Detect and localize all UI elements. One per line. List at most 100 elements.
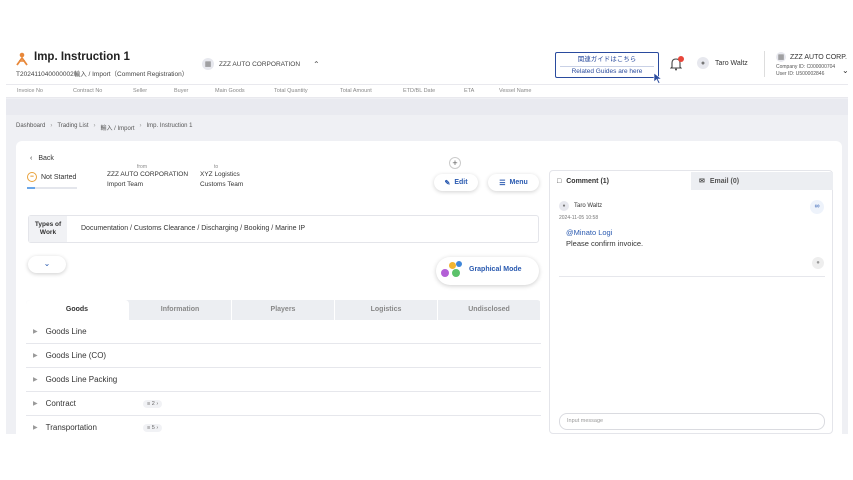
comment-divider: [559, 276, 825, 277]
chevron-down-icon: ⌄: [43, 259, 51, 268]
list-item[interactable]: ▶ Goods Line Packing: [26, 368, 541, 392]
edit-label: Edit: [454, 179, 468, 186]
breadcrumb-trading-list[interactable]: Trading List: [57, 123, 88, 132]
people-logo-icon: [16, 52, 28, 66]
avatar-icon: ●: [559, 201, 569, 211]
list-backdrop: [6, 99, 848, 115]
column-invoice-no[interactable]: Invoice No: [17, 88, 43, 94]
company-name: ZZZ AUTO CORP.: [790, 53, 847, 61]
corporation-name: ZZZ AUTO CORPORATION: [219, 60, 301, 68]
menu-button[interactable]: ☰ Menu: [488, 174, 539, 191]
notification-dot: [678, 56, 684, 62]
user-menu[interactable]: ● Taro Waltz: [697, 57, 748, 69]
work-value: Documentation / Customs Clearance / Disc…: [81, 225, 306, 232]
guide-label-jp: 関連ガイドはこちら: [560, 55, 654, 68]
breadcrumb-dashboard[interactable]: Dashboard: [16, 123, 45, 132]
expand-button[interactable]: ⌄: [28, 256, 66, 273]
expand-triangle-icon: ▶: [33, 329, 38, 335]
from-party: from ZZZ AUTO CORPORATION Import Team: [107, 165, 188, 191]
list-item[interactable]: ▶ Goods Line (CO): [26, 344, 541, 368]
count-badge[interactable]: ≡ 2 ›: [143, 400, 163, 408]
from-team: Import Team: [107, 181, 144, 189]
breadcrumb-separator: ›: [139, 123, 142, 129]
column-eta[interactable]: ETA: [464, 88, 474, 94]
tab-email[interactable]: ✉ Email (0): [691, 172, 833, 190]
tab-logistics[interactable]: Logistics: [335, 300, 438, 320]
status-progress-bar: [27, 187, 77, 189]
graph-dot-icon: [456, 261, 462, 267]
chevron-up-icon[interactable]: ⌃: [313, 60, 320, 69]
goods-list: ▶ Goods Line ▶ Goods Line (CO) ▶ Goods L…: [26, 320, 541, 434]
back-button[interactable]: ‹ Back: [30, 155, 54, 162]
top-header: Imp. Instruction 1 T202411040000002輸入 / …: [6, 44, 848, 84]
breadcrumb-separator: ›: [93, 123, 96, 129]
graph-dot-icon: [449, 262, 456, 269]
comment-mention[interactable]: @Minato Logi: [566, 228, 612, 237]
to-company: XYZ Logistics: [200, 171, 240, 178]
mouse-cursor-icon: [653, 72, 663, 84]
list-item[interactable]: ▶ Contract ≡ 2 ›: [26, 392, 541, 416]
expand-triangle-icon: ▶: [33, 353, 38, 359]
list-item[interactable]: ▶ Transportation ≡ 5 ›: [26, 416, 541, 434]
chevron-down-icon[interactable]: ⌄: [842, 66, 848, 75]
graphical-mode-button[interactable]: Graphical Mode: [436, 257, 539, 285]
corporation-selector[interactable]: ▦ ZZZ AUTO CORPORATION ⌃: [202, 58, 320, 70]
chevron-left-icon: ‹: [30, 155, 33, 162]
types-of-work: Types of Work Documentation / Customs Cl…: [28, 215, 539, 243]
status-label: Not Started: [41, 173, 77, 181]
column-vessel-name[interactable]: Vessel Name: [499, 88, 531, 94]
reader-avatar-icon: ●: [812, 257, 824, 269]
detail-tabs: Goods Information Players Logistics Undi…: [26, 300, 541, 320]
back-label: Back: [38, 155, 54, 162]
comment-timestamp: 2024-11-05 10:58: [559, 215, 599, 221]
list-item[interactable]: ▶ Goods Line: [26, 320, 541, 344]
column-seller[interactable]: Seller: [133, 88, 147, 94]
breadcrumb-import[interactable]: 輸入 / Import: [100, 123, 134, 132]
expand-triangle-icon: ▶: [33, 425, 38, 431]
column-total-amount[interactable]: Total Amount: [340, 88, 372, 94]
work-label: Types of Work: [29, 216, 67, 242]
tab-email-label: Email (0): [709, 177, 740, 185]
status-indicator: •• Not Started: [27, 172, 76, 182]
row-label: Goods Line Packing: [45, 375, 118, 384]
link-icon[interactable]: ∞: [810, 200, 824, 214]
related-guides-button[interactable]: 関連ガイドはこちら Related Guides are here: [555, 52, 659, 78]
tab-players[interactable]: Players: [232, 300, 335, 320]
column-total-quantity[interactable]: Total Quantity: [274, 88, 308, 94]
from-company: ZZZ AUTO CORPORATION: [107, 171, 189, 178]
tab-comment[interactable]: □ Comment (1): [549, 172, 691, 190]
comment-tabs: □ Comment (1) ✉ Email (0): [549, 172, 833, 190]
breadcrumb-separator: ›: [50, 123, 53, 129]
company-icon: ▦: [776, 52, 786, 62]
breadcrumb-current: Imp. Instruction 1: [146, 123, 193, 129]
company-switcher[interactable]: ▦ ZZZ AUTO CORP. Company ID: C000000704 …: [776, 52, 847, 77]
building-icon: ▦: [202, 58, 214, 70]
edit-button[interactable]: ✎ Edit: [434, 174, 478, 191]
add-button[interactable]: +: [449, 157, 461, 169]
tab-undisclosed[interactable]: Undisclosed: [438, 300, 541, 320]
comment-author-name: Taro Waltz: [574, 203, 603, 209]
tab-goods[interactable]: Goods: [26, 300, 129, 320]
graphical-mode-label: Graphical Mode: [469, 266, 522, 273]
avatar-icon: ●: [697, 57, 709, 69]
expand-triangle-icon: ▶: [33, 401, 38, 407]
graph-dot-icon: [441, 269, 449, 277]
to-team: Customs Team: [200, 181, 244, 189]
column-main-goods[interactable]: Main Goods: [215, 88, 245, 94]
tab-information[interactable]: Information: [129, 300, 232, 320]
column-etd-bl-date[interactable]: ETD/BL Date: [403, 88, 435, 94]
message-input[interactable]: Input message: [559, 413, 825, 430]
hamburger-icon: ☰: [499, 179, 506, 187]
mail-icon: ✉: [699, 178, 705, 185]
count-badge[interactable]: ≡ 5 ›: [143, 424, 163, 432]
graph-dot-icon: [452, 269, 460, 277]
list-column-header: Invoice No Contract No Seller Buyer Main…: [6, 84, 848, 98]
comment-text: Please confirm invoice.: [566, 239, 644, 248]
user-name: Taro Waltz: [715, 59, 748, 67]
page-title: Imp. Instruction 1: [34, 51, 130, 63]
column-contract-no[interactable]: Contract No: [73, 88, 102, 94]
expand-triangle-icon: ▶: [33, 377, 38, 383]
pencil-icon: ✎: [444, 179, 451, 187]
status-pending-icon: ••: [27, 172, 37, 182]
column-buyer[interactable]: Buyer: [174, 88, 188, 94]
